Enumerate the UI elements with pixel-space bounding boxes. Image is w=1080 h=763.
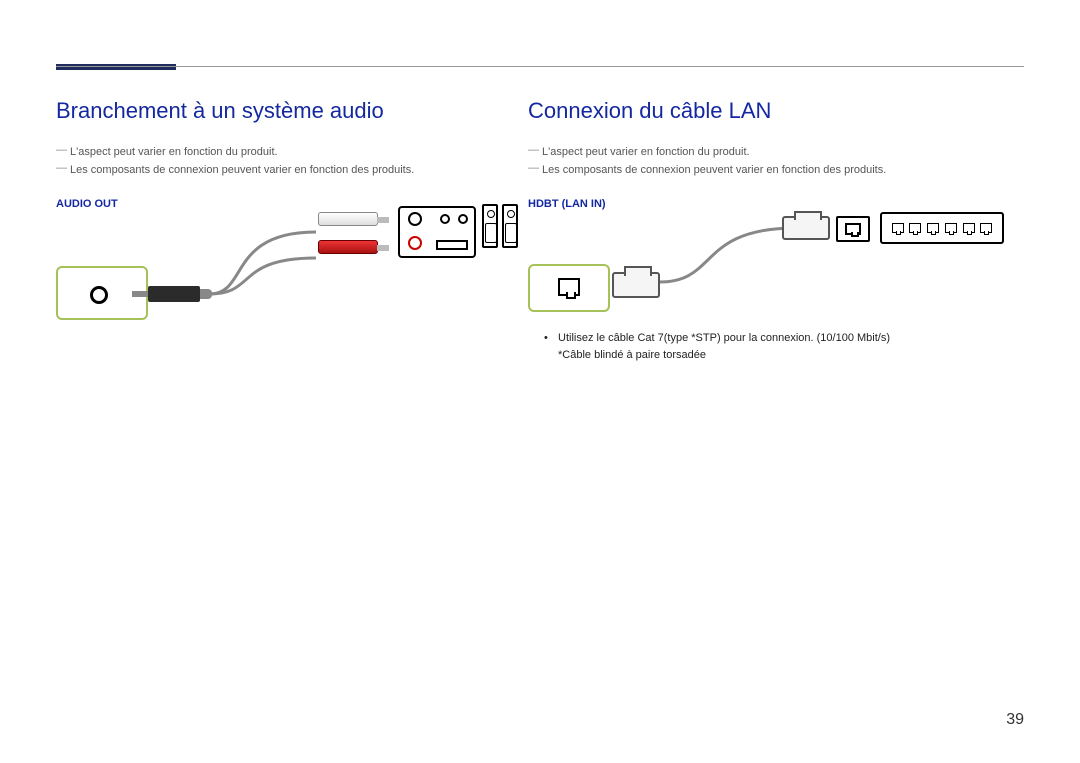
- amplifier-icon: [398, 206, 476, 258]
- section-title-audio: Branchement à un système audio: [56, 98, 516, 124]
- rj45-port-icon: [558, 278, 580, 296]
- lan-note-1: L'aspect peut varier en fonction du prod…: [528, 146, 1028, 158]
- lan-note-2: Les composants de connexion peuvent vari…: [528, 164, 1028, 176]
- rj45-plug-right-icon: [782, 216, 830, 240]
- header-divider: [56, 66, 1024, 67]
- rj45-plug-left-icon: [612, 272, 660, 298]
- lan-bullet-text-line1: Utilisez le câble Cat 7(type *STP) pour …: [558, 332, 890, 344]
- wall-jack-icon: [836, 216, 870, 242]
- lan-bullet-list: Utilisez le câble Cat 7(type *STP) pour …: [528, 330, 1028, 363]
- trs-plug-icon: [148, 286, 200, 302]
- hdbt-lan-port-icon: [528, 264, 610, 312]
- rj45-port-icon: [963, 223, 975, 233]
- audio-note-1: L'aspect peut varier en fonction du prod…: [56, 146, 516, 158]
- amp-jack-white-icon: [408, 212, 422, 226]
- amp-jack-red-icon: [408, 236, 422, 250]
- lan-bullet-text-line2: *Câble blindé à paire torsadée: [558, 349, 706, 361]
- port-label-hdbt-lan-in: HDBT (LAN IN): [528, 198, 1028, 210]
- section-lan: Connexion du câble LAN L'aspect peut var…: [528, 98, 1028, 363]
- speaker-left-icon: [482, 204, 498, 248]
- rca-white-plug-icon: [318, 212, 378, 226]
- section-title-lan: Connexion du câble LAN: [528, 98, 1028, 124]
- section-audio: Branchement à un système audio L'aspect …: [56, 98, 516, 336]
- amp-knob-icon: [440, 214, 450, 224]
- rj45-port-icon: [845, 223, 861, 235]
- rj45-port-icon: [909, 223, 921, 233]
- rj45-port-icon: [927, 223, 939, 233]
- header-accent-bar: [56, 64, 176, 70]
- diagram-lan-connection: [528, 216, 1028, 316]
- audio-jack-icon: [90, 286, 108, 304]
- amp-slot-icon: [436, 240, 468, 250]
- rj45-port-icon: [892, 223, 904, 233]
- lan-cable-icon: [658, 216, 798, 288]
- network-switch-icon: [880, 212, 1004, 244]
- amp-knob-icon: [458, 214, 468, 224]
- audio-note-2: Les composants de connexion peuvent vari…: [56, 164, 516, 176]
- speaker-right-icon: [502, 204, 518, 248]
- rj45-port-icon: [945, 223, 957, 233]
- audio-cable-icon: [208, 228, 318, 300]
- lan-bullet-item: Utilisez le câble Cat 7(type *STP) pour …: [528, 330, 1028, 363]
- rca-red-plug-icon: [318, 240, 378, 254]
- page-number: 39: [1006, 711, 1024, 729]
- rj45-port-icon: [980, 223, 992, 233]
- diagram-audio-connection: [56, 216, 516, 336]
